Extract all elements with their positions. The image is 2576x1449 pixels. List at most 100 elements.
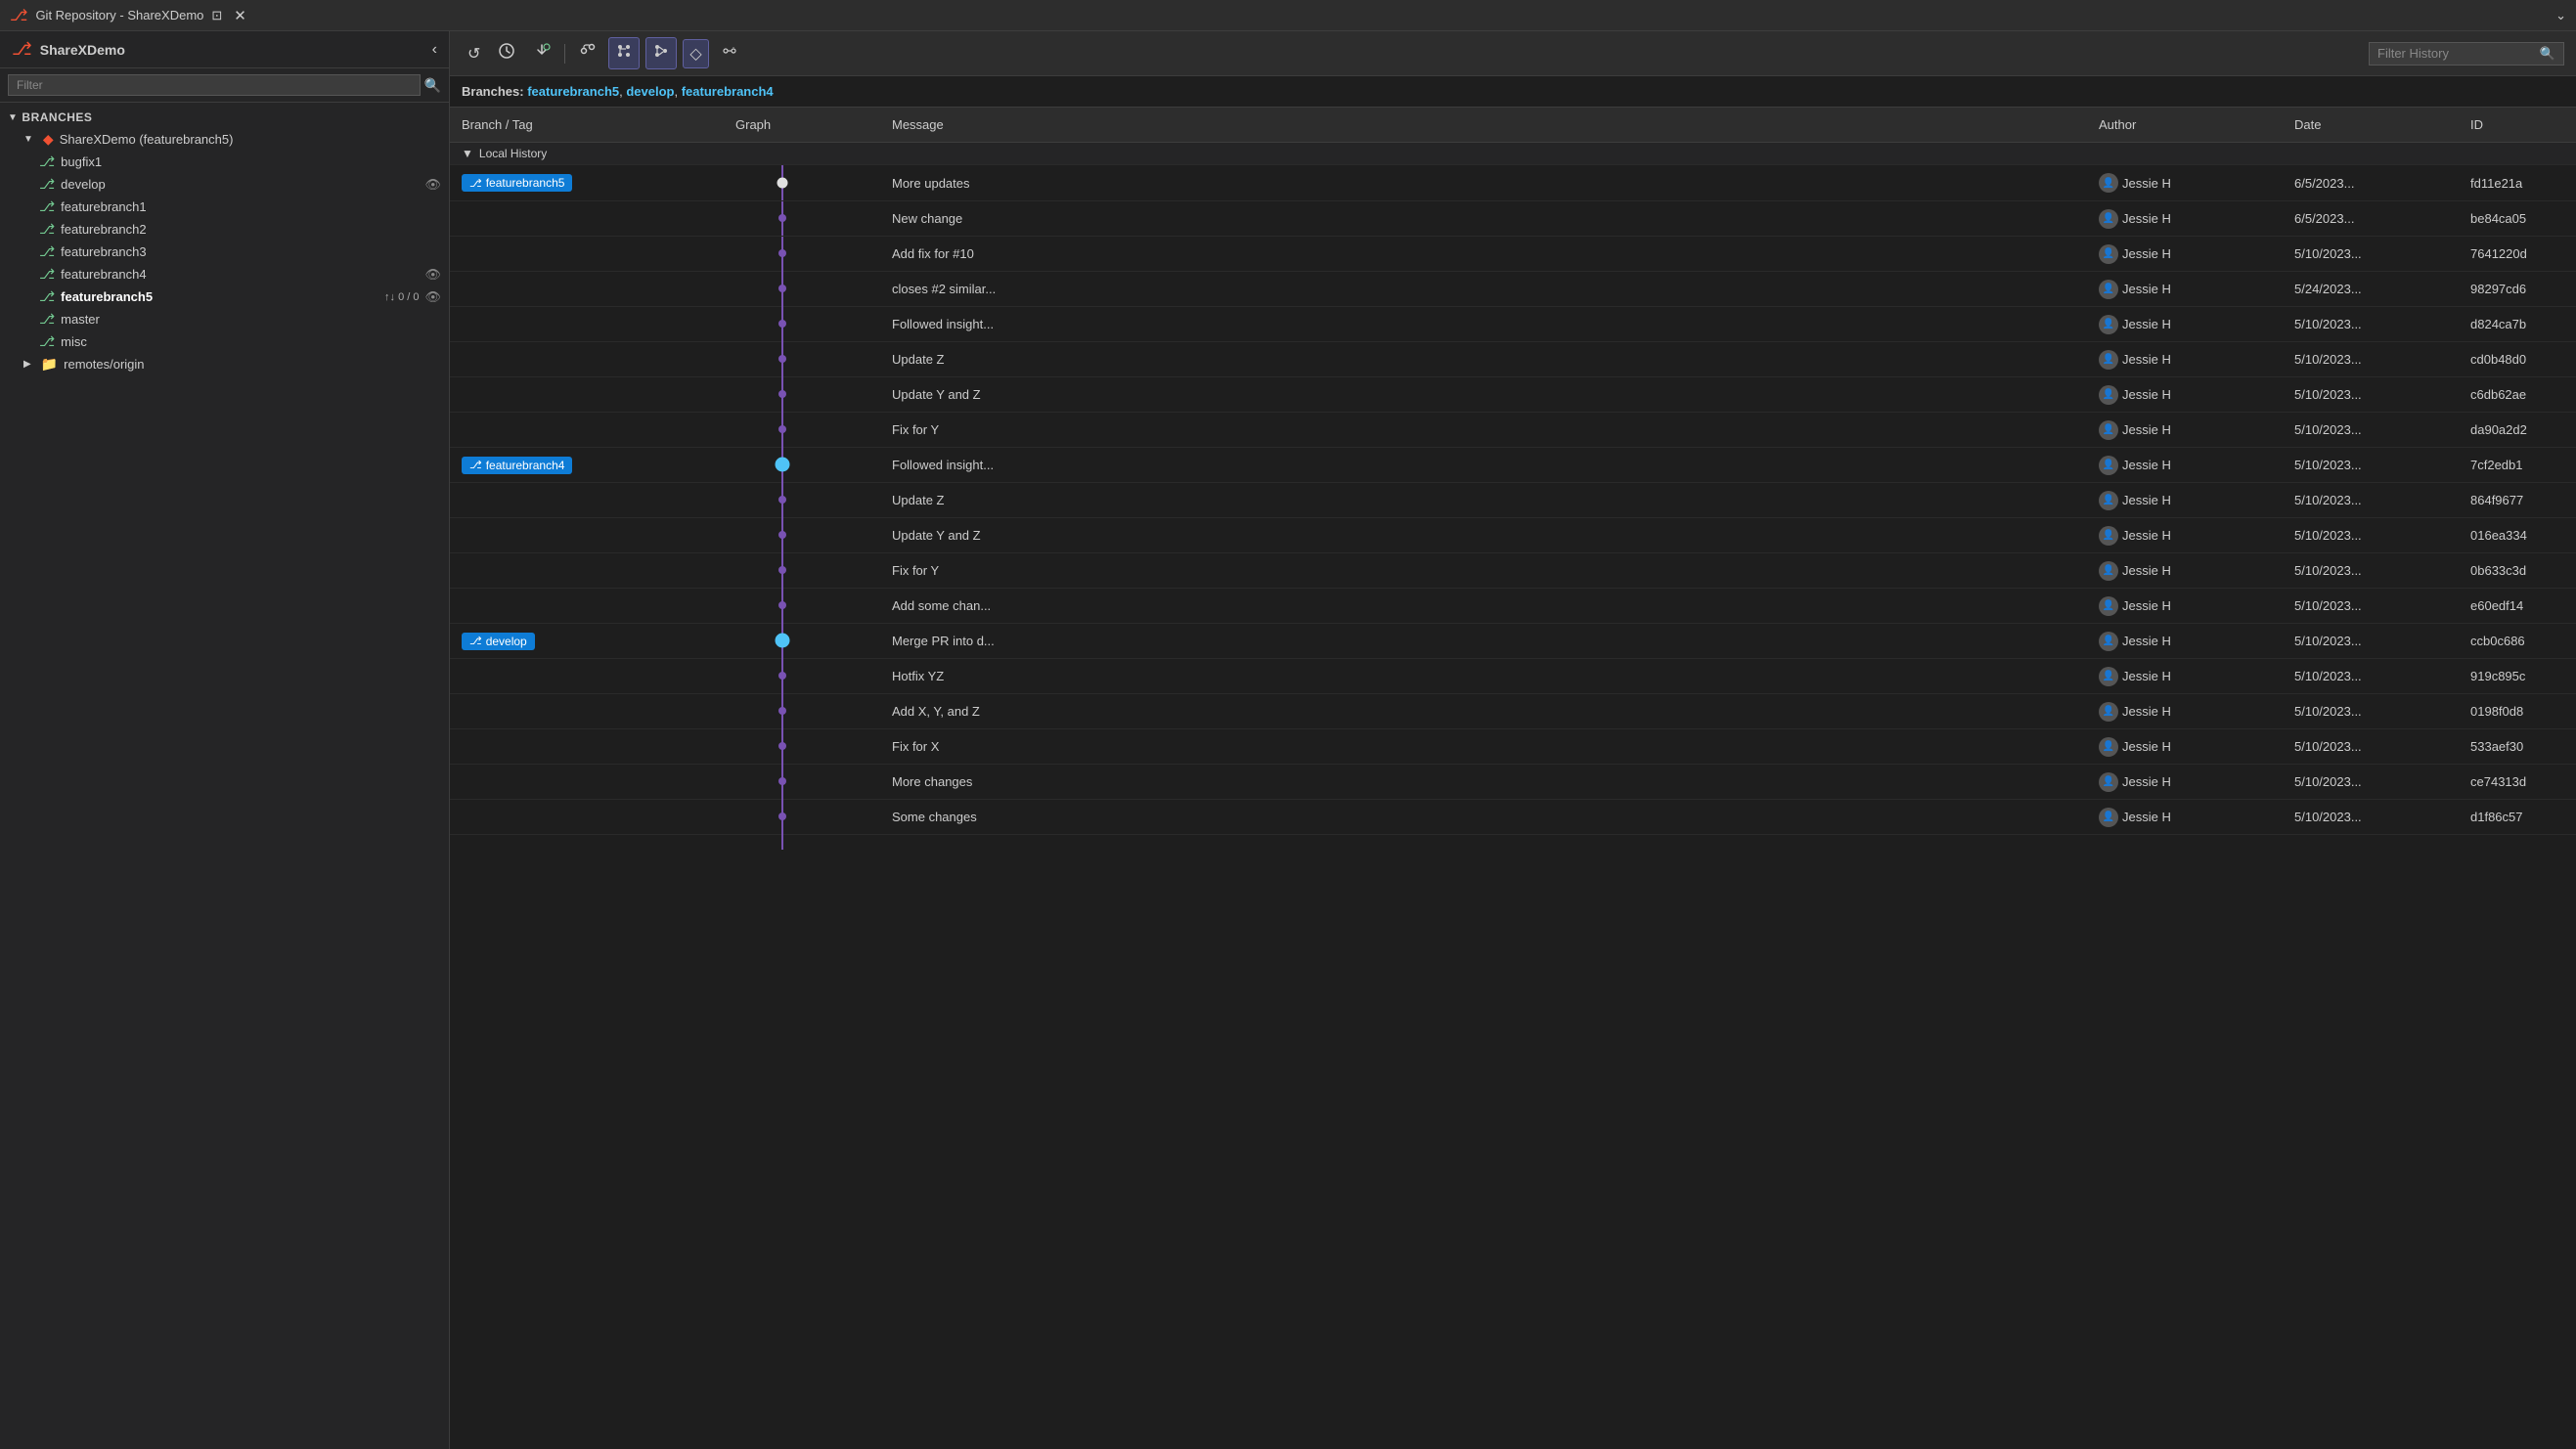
- table-row[interactable]: Followed insight... 👤 Jessie H 5/10/2023…: [450, 307, 2576, 342]
- cell-id-3: 98297cd6: [2459, 278, 2576, 300]
- cell-message-18: Some changes: [880, 806, 2087, 828]
- table-row[interactable]: Add fix for #10 👤 Jessie H 5/10/2023... …: [450, 237, 2576, 272]
- cell-graph-2: [724, 250, 880, 258]
- cell-message-14: Hotfix YZ: [880, 665, 2087, 687]
- cell-id-1: be84ca05: [2459, 207, 2576, 230]
- cell-branch-8: ⎇ featurebranch4: [450, 453, 724, 478]
- title-bar: ⎇ Git Repository - ShareXDemo ⊡ ✕ ⌄: [0, 0, 2576, 31]
- sidebar-collapse-button[interactable]: ‹: [432, 41, 437, 59]
- local-history-label: Local History: [479, 147, 547, 160]
- branch-item-root[interactable]: ▼ ◆ ShareXDemo (featurebranch5): [0, 128, 449, 151]
- table-row[interactable]: Hotfix YZ 👤 Jessie H 5/10/2023... 919c89…: [450, 659, 2576, 694]
- sidebar-item-featurebranch4[interactable]: ⎇ featurebranch4 👁: [0, 263, 449, 285]
- cell-author-12: 👤 Jessie H: [2087, 593, 2283, 620]
- table-row[interactable]: More changes 👤 Jessie H 5/10/2023... ce7…: [450, 765, 2576, 800]
- remote-branches-button[interactable]: [715, 38, 744, 68]
- pull-button[interactable]: [527, 38, 556, 68]
- branch-link-develop[interactable]: develop: [626, 84, 674, 99]
- table-row[interactable]: closes #2 similar... 👤 Jessie H 5/24/202…: [450, 272, 2576, 307]
- table-row[interactable]: ⎇ develop Merge PR into d... 👤 Jessie H …: [450, 624, 2576, 659]
- fb4-eye-icon: 👁: [424, 267, 441, 283]
- chevron-icon[interactable]: ⌄: [2555, 8, 2566, 23]
- cell-message-17: More changes: [880, 770, 2087, 793]
- branch-label-fb1: featurebranch1: [61, 199, 441, 214]
- layout2-button[interactable]: [645, 37, 677, 69]
- table-row[interactable]: ⎇ featurebranch4 Followed insight... 👤 J…: [450, 448, 2576, 483]
- refresh-button[interactable]: ↺: [462, 40, 486, 67]
- fetch-button[interactable]: [492, 38, 521, 68]
- tag-button[interactable]: ◇: [683, 39, 708, 68]
- sidebar-item-featurebranch1[interactable]: ⎇ featurebranch1: [0, 196, 449, 218]
- cell-id-10: 016ea334: [2459, 524, 2576, 547]
- cell-branch-12: [450, 602, 724, 610]
- cell-graph-12: [724, 602, 880, 610]
- avatar-14: 👤: [2099, 667, 2118, 686]
- branch-tag-fb5: ⎇ featurebranch5: [462, 174, 572, 192]
- close-button[interactable]: ✕: [234, 7, 246, 24]
- sidebar-item-develop[interactable]: ⎇ develop 👁: [0, 173, 449, 196]
- sidebar-filter-input[interactable]: [8, 74, 421, 96]
- cell-graph-14: [724, 673, 880, 681]
- git-icon: ⎇: [10, 6, 27, 25]
- branch-tag-develop: ⎇ develop: [462, 633, 535, 650]
- table-row[interactable]: Add X, Y, and Z 👤 Jessie H 5/10/2023... …: [450, 694, 2576, 729]
- cell-branch-17: [450, 778, 724, 786]
- table-row[interactable]: Update Z 👤 Jessie H 5/10/2023... cd0b48d…: [450, 342, 2576, 377]
- local-history-row: ▼ Local History: [450, 143, 2576, 165]
- cell-graph-5: [724, 356, 880, 364]
- table-row[interactable]: Update Z 👤 Jessie H 5/10/2023... 864f967…: [450, 483, 2576, 518]
- sidebar-item-featurebranch3[interactable]: ⎇ featurebranch3: [0, 241, 449, 263]
- cell-branch-3: [450, 285, 724, 293]
- branch-link-fb5[interactable]: featurebranch5: [527, 84, 619, 99]
- cell-author-13: 👤 Jessie H: [2087, 628, 2283, 655]
- cell-author-15: 👤 Jessie H: [2087, 698, 2283, 725]
- table-row[interactable]: Fix for X 👤 Jessie H 5/10/2023... 533aef…: [450, 729, 2576, 765]
- table-row[interactable]: Fix for Y 👤 Jessie H 5/10/2023... 0b633c…: [450, 553, 2576, 589]
- window-title: Git Repository - ShareXDemo: [35, 8, 203, 22]
- root-branch-label: ShareXDemo (featurebranch5): [60, 132, 441, 147]
- branch-icon-master: ⎇: [39, 311, 55, 328]
- table-row[interactable]: Update Y and Z 👤 Jessie H 5/10/2023... c…: [450, 377, 2576, 413]
- content-area: ↺: [450, 31, 2576, 1449]
- branch-icon-fb5: ⎇: [39, 288, 55, 305]
- commit-table: Branch / Tag Graph Message Author Date I…: [450, 108, 2576, 1449]
- sidebar-item-featurebranch2[interactable]: ⎇ featurebranch2: [0, 218, 449, 241]
- filter-history-input[interactable]: Filter History 🔍: [2369, 42, 2564, 66]
- avatar-12: 👤: [2099, 596, 2118, 616]
- branch-icon-bugfix1: ⎇: [39, 154, 55, 170]
- header-date: Date: [2283, 113, 2459, 136]
- table-row[interactable]: Fix for Y 👤 Jessie H 5/10/2023... da90a2…: [450, 413, 2576, 448]
- pin-button[interactable]: ⊡: [211, 8, 222, 23]
- table-row[interactable]: Add some chan... 👤 Jessie H 5/10/2023...…: [450, 589, 2576, 624]
- sidebar-item-featurebranch5[interactable]: ⎇ featurebranch5 ↑↓ 0 / 0 👁: [0, 285, 449, 308]
- cell-id-0: fd11e21a: [2459, 172, 2576, 195]
- cell-branch-10: [450, 532, 724, 540]
- cell-author-18: 👤 Jessie H: [2087, 804, 2283, 831]
- table-row[interactable]: Some changes 👤 Jessie H 5/10/2023... d1f…: [450, 800, 2576, 835]
- sidebar-item-misc[interactable]: ⎇ misc: [0, 330, 449, 353]
- cell-id-2: 7641220d: [2459, 242, 2576, 265]
- cell-graph-10: [724, 532, 880, 540]
- table-row[interactable]: Update Y and Z 👤 Jessie H 5/10/2023... 0…: [450, 518, 2576, 553]
- sidebar-item-remotes[interactable]: ▶ 📁 remotes/origin: [0, 353, 449, 375]
- cell-id-15: 0198f0d8: [2459, 700, 2576, 723]
- avatar-9: 👤: [2099, 491, 2118, 510]
- filter-history-icon[interactable]: 🔍: [2540, 46, 2555, 62]
- branch-label-fb2: featurebranch2: [61, 222, 441, 237]
- cell-message-11: Fix for Y: [880, 559, 2087, 582]
- branch-link-fb4[interactable]: featurebranch4: [682, 84, 774, 99]
- cell-date-12: 5/10/2023...: [2283, 594, 2459, 617]
- branches-section-header[interactable]: ▼ Branches: [0, 107, 449, 128]
- table-row[interactable]: New change 👤 Jessie H 6/5/2023... be84ca…: [450, 201, 2576, 237]
- table-row[interactable]: ⎇ featurebranch5 More updates 👤 Jessie H…: [450, 165, 2576, 201]
- layout1-button[interactable]: [608, 37, 640, 69]
- sidebar-item-master[interactable]: ⎇ master: [0, 308, 449, 330]
- cell-branch-9: [450, 497, 724, 505]
- branch-graph-button[interactable]: [573, 38, 602, 68]
- cell-graph-9: [724, 497, 880, 505]
- cell-branch-5: [450, 356, 724, 364]
- sidebar-item-bugfix1[interactable]: ⎇ bugfix1: [0, 151, 449, 173]
- sidebar-filter-icon[interactable]: 🔍: [424, 77, 441, 94]
- cell-id-13: ccb0c686: [2459, 630, 2576, 652]
- header-author: Author: [2087, 113, 2283, 136]
